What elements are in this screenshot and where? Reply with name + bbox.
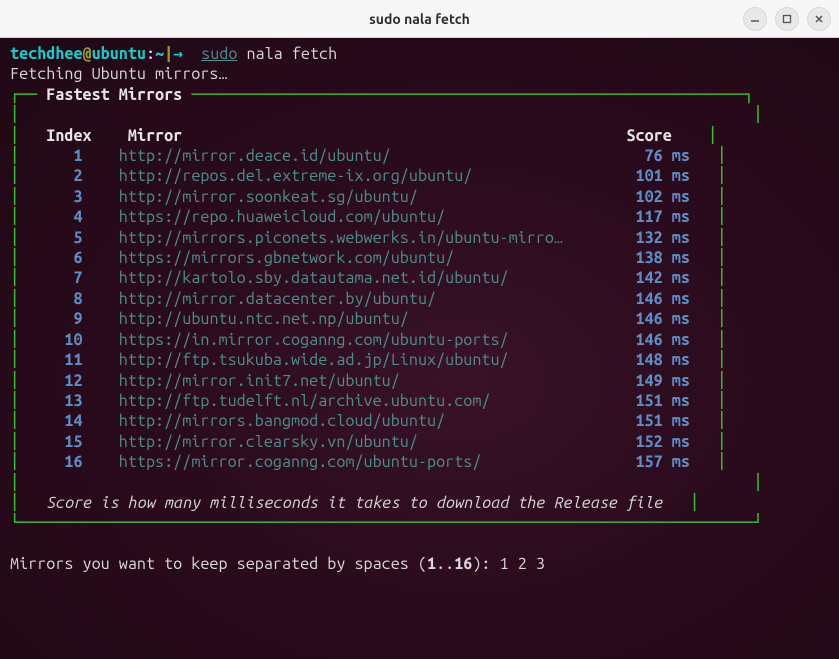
mirror-url: http://mirror.datacenter.by/ubuntu/ xyxy=(119,290,590,308)
window-controls xyxy=(743,7,831,31)
mirror-url: http://mirror.soonkeat.sg/ubuntu/ xyxy=(119,188,590,206)
prompt-host: ubuntu xyxy=(92,45,146,63)
mirror-url: https://mirror.coganng.com/ubuntu-ports/ xyxy=(119,453,590,471)
mirror-url: https://repo.huaweicloud.com/ubuntu/ xyxy=(119,208,590,226)
mirror-index: 15 xyxy=(37,433,82,451)
prompt-path: ~ xyxy=(155,45,164,63)
keep-input[interactable]: 1 2 3 xyxy=(500,555,545,573)
mirror-url: http://mirrors.piconets.webwerks.in/ubun… xyxy=(119,229,590,247)
mirror-score: 146 ms xyxy=(626,310,689,328)
mirror-score: 117 ms xyxy=(626,208,689,226)
mirror-index: 11 xyxy=(37,351,82,369)
mirror-index: 1 xyxy=(37,147,82,165)
minimize-button[interactable] xyxy=(743,7,767,31)
mirror-url: http://mirror.clearsky.vn/ubuntu/ xyxy=(119,433,590,451)
mirror-url: http://ftp.tudelft.nl/archive.ubuntu.com… xyxy=(119,392,590,410)
cmd-fetch: fetch xyxy=(292,45,337,63)
cmd-sudo: sudo xyxy=(201,45,237,63)
mirror-index: 2 xyxy=(37,167,82,185)
prompt-at: @ xyxy=(83,45,92,63)
mirror-url: http://repos.del.extreme-ix.org/ubuntu/ xyxy=(119,167,590,185)
prompt-colon: : xyxy=(146,45,155,63)
mirror-url: http://mirror.init7.net/ubuntu/ xyxy=(119,372,590,390)
mirror-index: 14 xyxy=(37,412,82,430)
mirror-score: 138 ms xyxy=(626,249,689,267)
mirror-url: http://kartolo.sby.datautama.net.id/ubun… xyxy=(119,269,590,287)
mirror-score: 146 ms xyxy=(626,331,689,349)
mirror-url: http://mirror.deace.id/ubuntu/ xyxy=(119,147,590,165)
mirror-index: 16 xyxy=(37,453,82,471)
mirror-index: 9 xyxy=(37,310,82,328)
mirror-score: 101 ms xyxy=(626,167,689,185)
mirror-score: 151 ms xyxy=(626,392,689,410)
prompt-sep1: | xyxy=(164,45,173,63)
mirror-index: 10 xyxy=(37,331,82,349)
mirror-index: 4 xyxy=(37,208,82,226)
box-footer: Score is how many milliseconds it takes … xyxy=(46,494,662,512)
mirror-score: 142 ms xyxy=(626,269,689,287)
maximize-icon xyxy=(782,14,792,24)
hdr-score: Score xyxy=(626,127,671,145)
mirror-score: 146 ms xyxy=(626,290,689,308)
mirror-score: 149 ms xyxy=(626,372,689,390)
mirror-score: 102 ms xyxy=(626,188,689,206)
mirror-index: 12 xyxy=(37,372,82,390)
window: sudo nala fetch techdhee@ubuntu:~|→ sudo… xyxy=(0,0,839,659)
box-bottom: └───────────────────────────────────────… xyxy=(10,514,762,532)
mirror-score: 148 ms xyxy=(626,351,689,369)
titlebar: sudo nala fetch xyxy=(0,0,839,38)
mirror-score: 132 ms xyxy=(626,229,689,247)
mirror-index: 13 xyxy=(37,392,82,410)
mirror-score: 152 ms xyxy=(626,433,689,451)
box-top: ┌── xyxy=(10,86,46,104)
prompt-sep2: → xyxy=(173,45,183,63)
mirror-score: 151 ms xyxy=(626,412,689,430)
cmd-nala: nala xyxy=(246,45,282,63)
minimize-icon xyxy=(750,14,760,24)
box-title: Fastest Mirrors xyxy=(46,86,182,104)
mirror-index: 7 xyxy=(37,269,82,287)
mirror-url: https://mirrors.gbnetwork.com/ubuntu/ xyxy=(119,249,590,267)
mirror-url: https://in.mirror.coganng.com/ubuntu-por… xyxy=(119,331,590,349)
prompt-line: techdhee@ubuntu:~|→ sudo nala fetch xyxy=(10,45,337,63)
hdr-index: Index xyxy=(46,127,91,145)
mirror-index: 6 xyxy=(37,249,82,267)
mirror-index: 8 xyxy=(37,290,82,308)
close-icon xyxy=(814,14,824,24)
hdr-mirror: Mirror xyxy=(128,127,182,145)
mirror-score: 76 ms xyxy=(626,147,689,165)
maximize-button[interactable] xyxy=(775,7,799,31)
window-title: sudo nala fetch xyxy=(369,11,470,27)
mirror-url: http://ubuntu.ntc.net.np/ubuntu/ xyxy=(119,310,590,328)
mirror-score: 157 ms xyxy=(626,453,689,471)
keep-prompt: Mirrors you want to keep separated by sp… xyxy=(10,555,500,573)
terminal[interactable]: techdhee@ubuntu:~|→ sudo nala fetch Fetc… xyxy=(0,38,839,659)
mirror-url: http://ftp.tsukuba.wide.ad.jp/Linux/ubun… xyxy=(119,351,590,369)
mirror-url: http://mirrors.bangmod.cloud/ubuntu/ xyxy=(119,412,590,430)
mirror-index: 3 xyxy=(37,188,82,206)
fetching-line: Fetching Ubuntu mirrors… xyxy=(10,65,228,83)
close-button[interactable] xyxy=(807,7,831,31)
prompt-user: techdhee xyxy=(10,45,83,63)
mirror-index: 5 xyxy=(37,229,82,247)
